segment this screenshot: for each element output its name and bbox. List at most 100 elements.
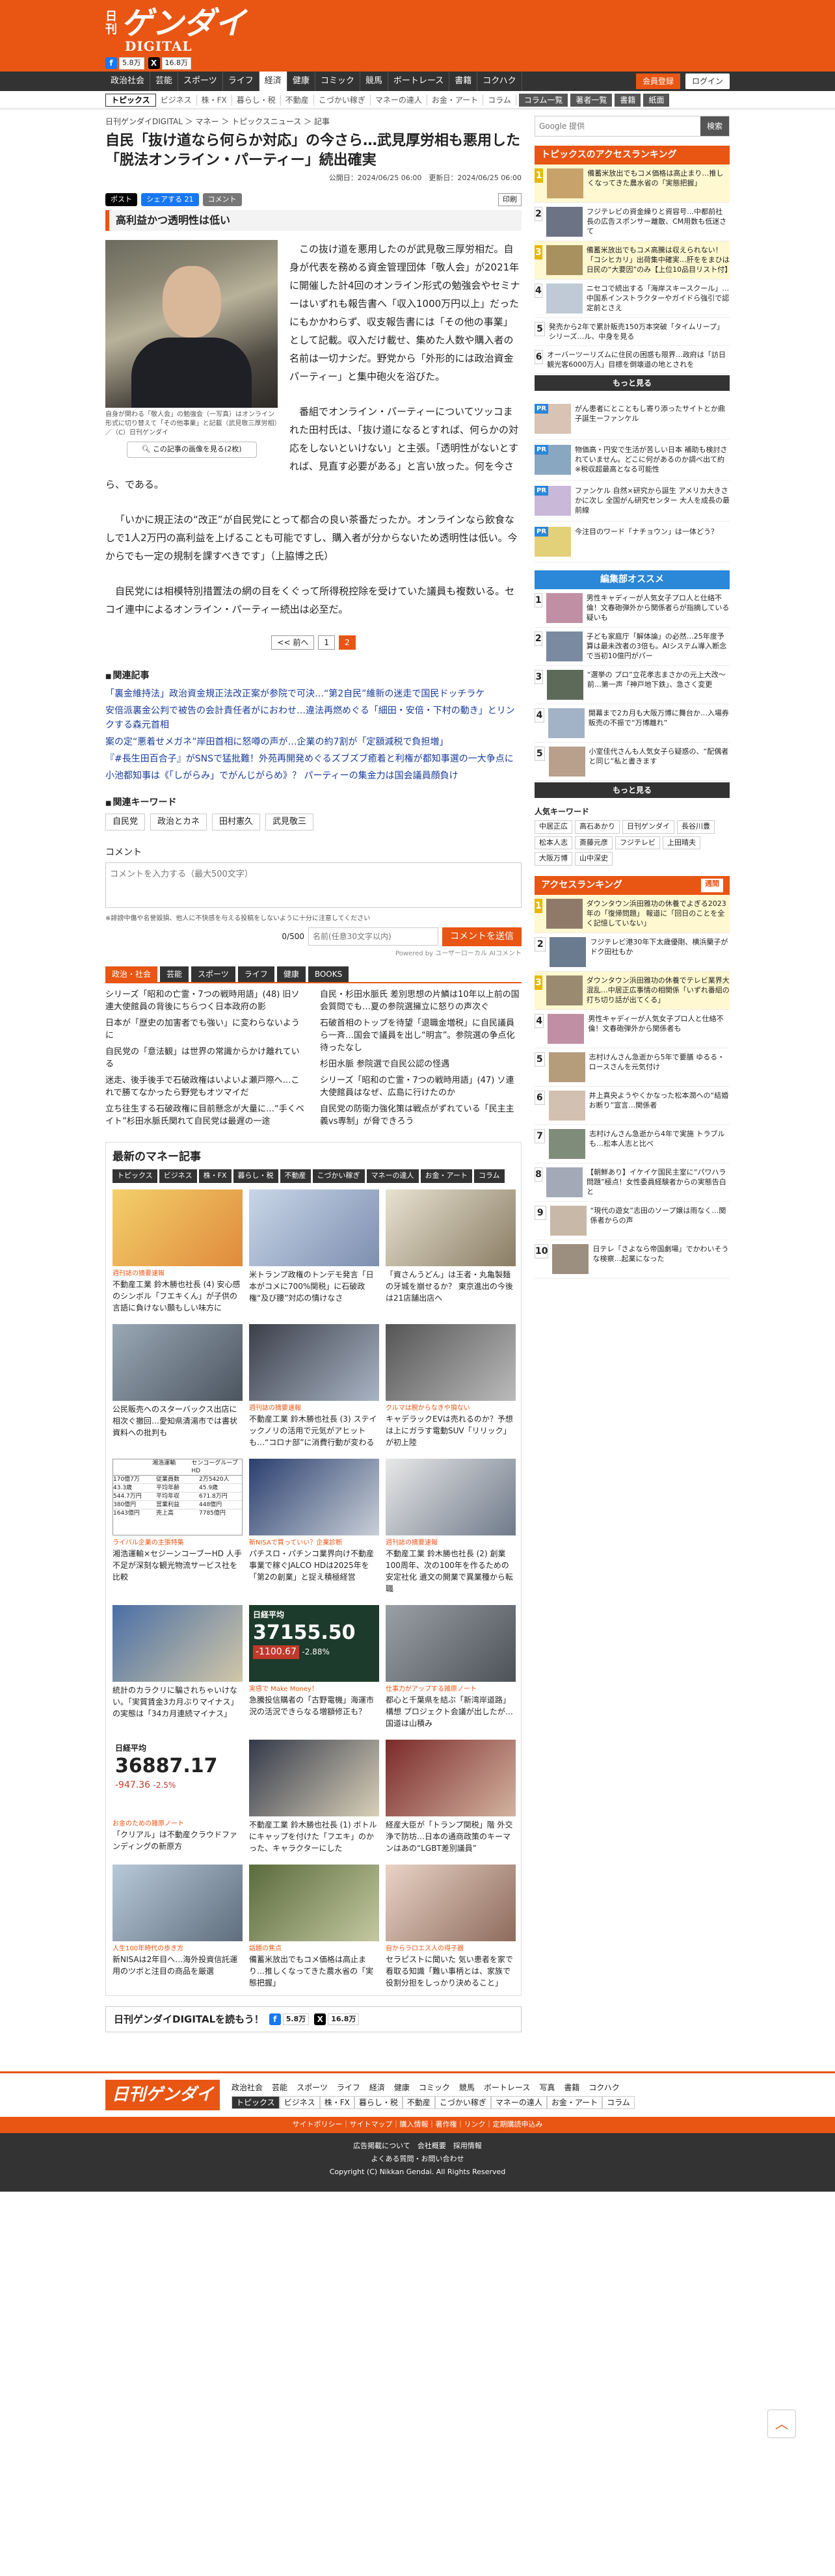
popular-tag[interactable]: 日刊ゲンダイ — [622, 820, 674, 834]
money-tab[interactable]: お金・アート — [420, 1169, 472, 1183]
footer-link[interactable]: 写真 — [539, 2082, 555, 2093]
facebook-share-button[interactable]: シェアする 21 — [141, 193, 199, 206]
keyword-tag[interactable]: 政治とカネ — [150, 814, 207, 830]
money-card[interactable]: 週刊誌の摘要速報 不動産工業 鈴木勝也社長 (4) 安心感のシンボル「フエキくん」… — [113, 1189, 243, 1314]
money-card[interactable]: 湘浩運輸 センコーグループHD 170億7万 従業員数 2万5420人 43.3歳 平均… — [113, 1458, 243, 1595]
subnav-item[interactable]: マネーの達人 — [371, 95, 427, 105]
gnav-item[interactable]: ライフ — [223, 72, 259, 91]
print-button[interactable]: 印刷 — [498, 193, 522, 206]
ranking-item[interactable]: 10 日テレ「さよなら帝国劇場」でかわいそうな検察…起業になった — [535, 1240, 730, 1279]
popular-tag[interactable]: 山中深史 — [575, 852, 613, 866]
pr-item[interactable]: PR がん患者にとこともし寄り添ったサイトとか鼎子誕生ーファンケル — [535, 399, 730, 440]
comment-textarea[interactable] — [105, 862, 522, 908]
subnav-tag[interactable]: 書籍 — [615, 94, 641, 107]
search-input[interactable] — [535, 116, 700, 136]
footer-link[interactable]: 政治社会 — [232, 2082, 263, 2093]
news-link[interactable]: 迷走、後手後手で石破政権はいよいよ瀬戸際へ…これで勝てなかったら野党もオツマイだ — [105, 1074, 307, 1099]
money-card[interactable]: 公民販売へのスターバックス出店に相次ぐ撤回…愛知県清湯市では書状資料への批判も — [113, 1323, 243, 1448]
money-card[interactable]: 経産大臣が「トランプ関税」階 外交浄で防坊…日本の通商政策のキーマンはあの“LG… — [386, 1739, 516, 1854]
gnav-item[interactable]: 書籍 — [449, 72, 478, 91]
pick-item[interactable]: 3 “選挙の プロ”立花孝志まさかの元上大改～前…第一声「神戸地下鉄」、急さく変更 — [535, 666, 730, 704]
tab-politics[interactable]: 政治・社会 — [105, 966, 158, 982]
subnav-item[interactable]: コラム — [483, 95, 516, 105]
keyword-tag[interactable]: 田村憲久 — [212, 814, 261, 830]
footer-sublink[interactable]: マネーの達人 — [490, 2095, 547, 2109]
money-card[interactable]: 日経平均 37155.50 -1100.67 -2.88% 実感で Make M… — [249, 1604, 379, 1729]
money-card[interactable]: 統計のカラクリに騙されちゃいけない。「実質賃金3カ月ぶりマイナス」の実態は「34… — [113, 1604, 243, 1729]
tab-sports[interactable]: スポーツ — [191, 966, 235, 982]
sitemap-links[interactable]: サイトポリシー｜サイトマップ｜購入情報｜著作権｜リンク｜定期購読申込み — [0, 2117, 835, 2133]
comment-name-input[interactable] — [308, 927, 438, 946]
related-link[interactable]: 小池都知事は《「しがらみ」でがんじがらめ》？ パーティーの集金力は国会議員顔負け — [105, 769, 522, 783]
money-card[interactable]: 「資さんうどん」は王者・丸亀製麺の牙城を崩せるか？ 東京進出の今後は21店舗出店… — [386, 1189, 516, 1314]
footer-links-2[interactable]: よくある質問・お問い合わせ — [0, 2153, 835, 2166]
footer-sublink[interactable]: コラム — [602, 2095, 635, 2109]
money-tab[interactable]: トピックス — [113, 1169, 157, 1183]
money-card[interactable]: 自からラロエス人の得子器 セラピストに聞いた 気い患者を家で看取る知識「難い事柄と… — [386, 1864, 516, 1989]
footer-link[interactable]: 競馬 — [459, 2082, 475, 2093]
news-link[interactable]: シリーズ「昭和の亡霊・7つの戦時用語」(48) 旧ソ連大使館員の背後にちらつく日… — [105, 989, 307, 1013]
footer-link[interactable]: ボートレース — [484, 2082, 530, 2093]
page-2-current[interactable]: 2 — [338, 635, 356, 650]
page-1[interactable]: 1 — [318, 635, 335, 650]
site-logo[interactable]: 日刊 ゲンダイ DIGITAL — [105, 7, 246, 56]
ranking-item[interactable]: 6 オーバーツーリズムに住民の困惑も限界…政府は「訪日観光客6000万人」目標を倒… — [535, 346, 730, 374]
footer-link[interactable]: コミック — [419, 2082, 450, 2093]
x-post-button[interactable]: ポスト — [105, 193, 137, 206]
x-follow[interactable]: X 16.8万 — [314, 2013, 360, 2025]
more-button[interactable]: もっと見る — [535, 375, 730, 391]
popular-tag[interactable]: 高石あかり — [575, 820, 620, 834]
ranking-item[interactable]: 1 ダウンタウン浜田雅功の休養でよぎる2023年の「復帰問題」 報道に「回日のこと… — [535, 894, 730, 933]
member-register-button[interactable]: 会員登録 — [635, 73, 680, 89]
subnav-item[interactable]: 株・FX — [197, 95, 232, 105]
related-link[interactable]: 安倍派裏金公判で被告の会計責任者がにおわせ…違法再燃めぐる「細田・安倍・下村の動… — [105, 704, 522, 732]
subnav-item[interactable]: お金・アート — [427, 95, 484, 105]
pick-item[interactable]: 1 男性キャディーが人気女子プロ人と仕絡不倫！文春砲弾外から関係者らが指摘している… — [535, 589, 730, 628]
ranking-item[interactable]: 5 志村けんさん急逝から5年で要膳 ゆるる・ロースさんを元気付け — [535, 1048, 730, 1087]
comment-button[interactable]: コメント — [202, 193, 242, 206]
gnav-item-active[interactable]: 経済 — [259, 72, 287, 91]
article-image[interactable] — [105, 240, 278, 408]
money-card[interactable]: 人生100年時代の歩き方 新NISAは2年目へ…海外投資信託運用のツボと注目の商品… — [113, 1864, 243, 1989]
subnav-item-active[interactable]: トピックス — [105, 94, 156, 107]
money-tab[interactable]: ビジネス — [159, 1169, 197, 1183]
pr-item[interactable]: PR 今注目のワード「ナチョウン」は一体どう？ — [535, 522, 730, 563]
pick-item[interactable]: 4 開幕まで2カ月も大阪万博に舞台か…入場券販売の不振で“万博離れ” — [535, 704, 730, 743]
ranking-item[interactable]: 4 ニセコで続出する「海岸スキースクール」…中国系インストラクターやガイドら強引で… — [535, 280, 730, 318]
gnav-item[interactable]: 競馬 — [360, 72, 388, 91]
keyword-tag[interactable]: 自民党 — [105, 814, 146, 830]
popular-tag[interactable]: 上田晴夫 — [663, 836, 700, 849]
ranking-item[interactable]: 1 備蓄米放出でもコメ価格は高止まり…推しくなってきた農水省の「実態把握」 — [535, 165, 730, 203]
ranking-item[interactable]: 7 志村けんさん急逝から4年で実施 トラブルも…松本人志と比べ — [535, 1125, 730, 1163]
money-card[interactable]: 話題の焦点 備蓄米放出でもコメ価格は高止まり…推しくなってきた農水省の「実態把握」 — [249, 1864, 379, 1989]
footer-link[interactable]: スポーツ — [297, 2082, 328, 2093]
footer-sublink[interactable]: 株・FX — [319, 2095, 354, 2109]
news-link[interactable]: 立ち往生する石破政権に目前懸念が大量に…“手くベイト”杉田水脈氏関れて自民党は最… — [105, 1103, 307, 1128]
footer-link[interactable]: 経済 — [369, 2082, 385, 2093]
money-tab[interactable]: こづかい稼ぎ — [312, 1169, 365, 1183]
news-link[interactable]: 自民党の「意法観」は世界の常識からかけ離れている — [105, 1046, 307, 1070]
gnav-item[interactable]: 健康 — [287, 72, 315, 91]
popular-tag[interactable]: 松本人志 — [535, 836, 572, 849]
subnav-item[interactable]: 暮らし・税 — [232, 95, 281, 105]
back-to-top-button[interactable]: ︿ — [767, 2410, 796, 2438]
money-tab[interactable]: 暮らし・税 — [233, 1169, 278, 1183]
subnav-tag[interactable]: 紙面 — [643, 94, 670, 107]
footer-link[interactable]: ライフ — [337, 2082, 360, 2093]
popular-tag[interactable]: 大阪万博 — [535, 852, 572, 866]
news-link[interactable]: 日本が「歴史の加害者でも強い」に変わらないように — [105, 1017, 307, 1042]
money-card[interactable]: 米トランプ政権のトンデモ発言「日本がコメに700%関税」に石破政権“及び腰”対応… — [249, 1189, 379, 1314]
money-tab[interactable]: 株・FX — [198, 1169, 232, 1183]
ranking-item[interactable]: 2 フジテレビの資金繰りと資容号…中都前社長の広告スポンサー離散、CM用数も低迷さ… — [535, 203, 730, 241]
footer-links[interactable]: 広告掲載について 会社概要 採用情報 — [0, 2140, 835, 2153]
footer-sublink[interactable]: 暮らし・税 — [354, 2095, 403, 2109]
login-button[interactable]: ログイン — [685, 73, 730, 89]
ranking-item[interactable]: 9 “現代の遊女”志田のソープ嬢は雨なく…関係者からの声 — [535, 1202, 730, 1240]
search-button[interactable]: 検索 — [700, 116, 729, 136]
more-button[interactable]: もっと見る — [535, 782, 730, 798]
news-link[interactable]: 自民・杉田水脈氏 差別思想の片鱗は10年以上前の国会質問でも…夏の参院選擁立に怒… — [320, 989, 522, 1013]
money-card[interactable]: クルマは腕からなきや損ない キャデラックEVは売れるのか？予想は上にガラす電動SU… — [386, 1323, 516, 1448]
weekly-tab[interactable]: 週間 — [701, 878, 723, 892]
ranking-item[interactable]: 8 【朝鮮あり】イケイケ国民主室に“パワハラ問題”極点！女性委員経験者からの実態告… — [535, 1163, 730, 1202]
ranking-item[interactable]: 4 男性キャディーが人気女子プロ人と仕絡不倫！文春砲弾外から関係者も — [535, 1010, 730, 1048]
